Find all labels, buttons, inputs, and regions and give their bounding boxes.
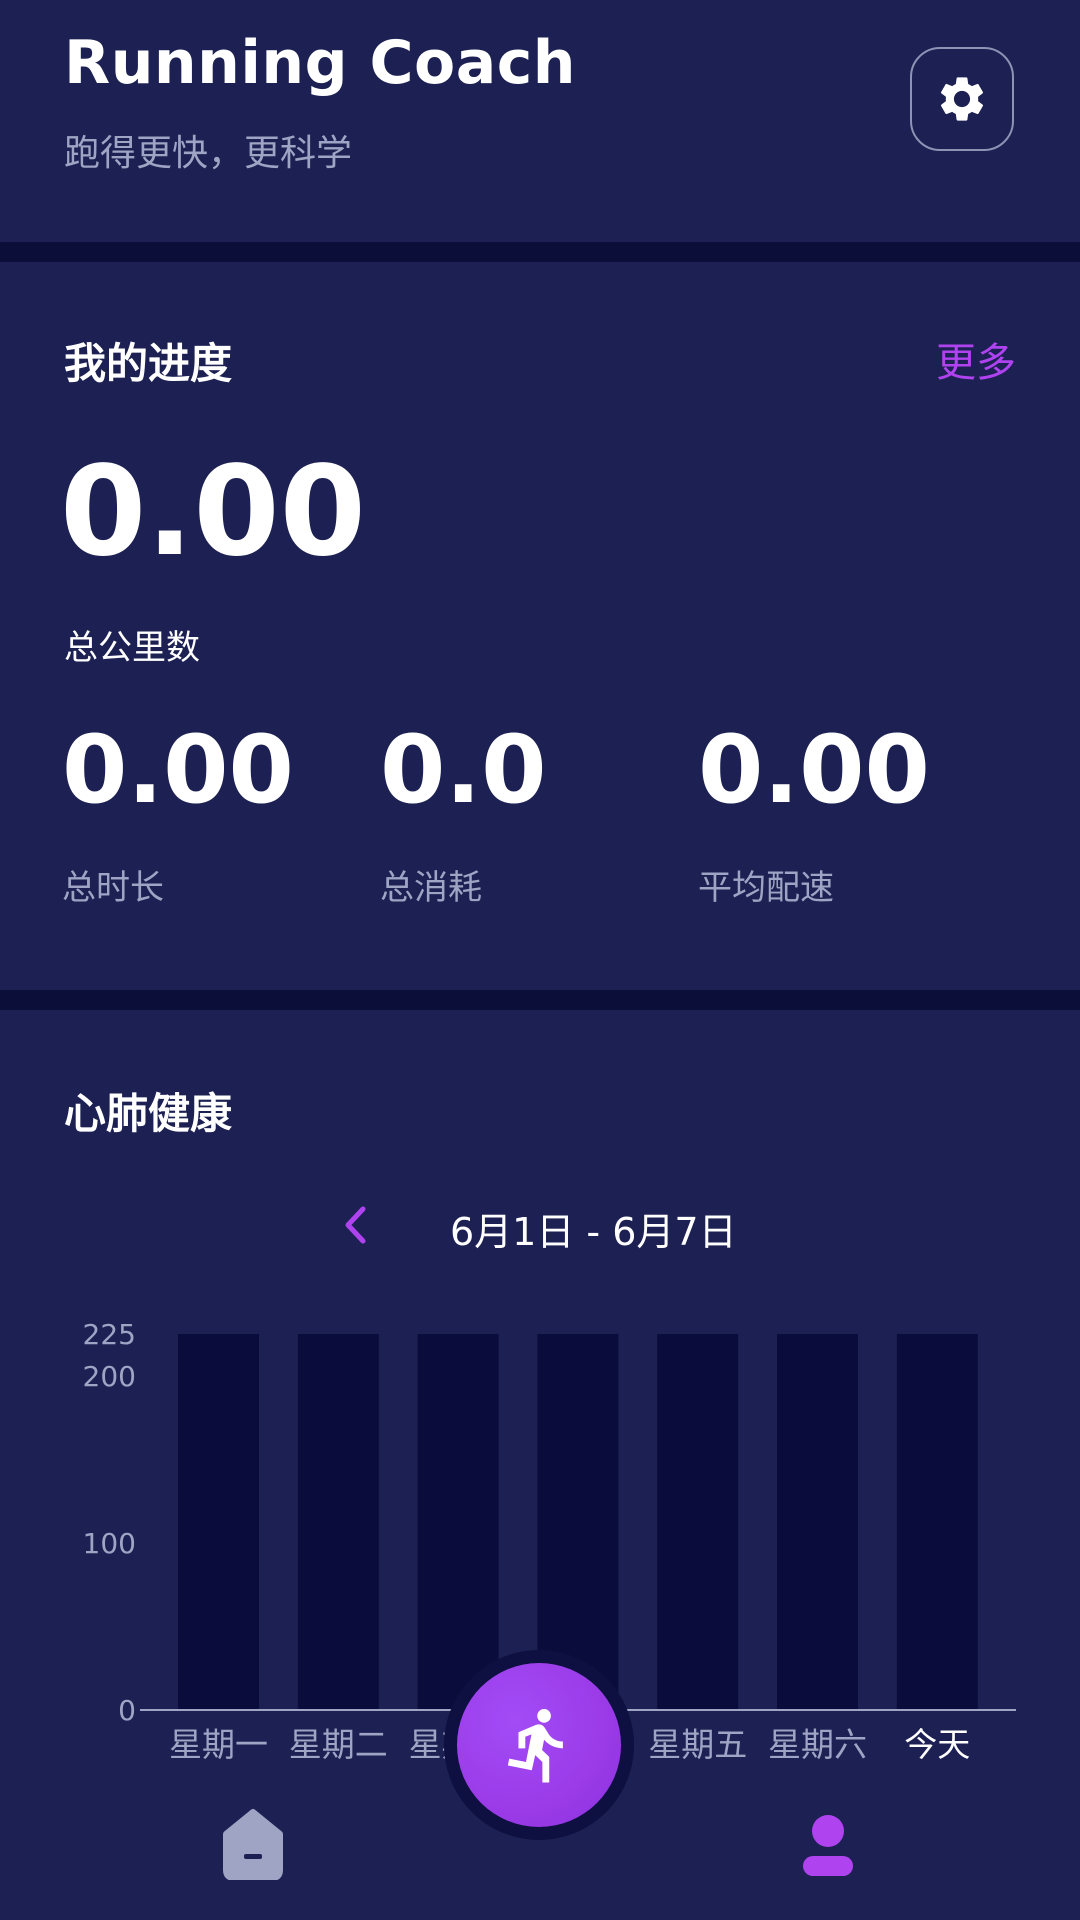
section-divider	[0, 990, 1080, 1010]
progress-title: 我的进度	[64, 339, 233, 388]
app-subtitle: 跑得更快，更科学	[64, 133, 353, 174]
stat-label: 总消耗	[380, 868, 482, 908]
stat-value: 0.00	[698, 716, 930, 825]
start-run-button-ring	[444, 1650, 634, 1840]
chart-bar	[896, 1334, 978, 1710]
x-tick-label: 今天	[904, 1725, 970, 1764]
cardio-title: 心肺健康	[64, 1089, 233, 1138]
chart-bar	[657, 1334, 739, 1710]
x-tick-label: 星期六	[768, 1725, 867, 1764]
chart-bar	[777, 1334, 858, 1710]
nav-profile[interactable]	[800, 1812, 856, 1878]
x-tick-label: 星期五	[648, 1725, 747, 1764]
chevron-left-icon	[345, 1206, 366, 1244]
stat-calories: 0.0 总消耗	[380, 724, 547, 909]
app-title: Running Coach	[64, 28, 576, 98]
stat-pace: 0.00 平均配速	[698, 724, 930, 909]
chart-bar	[297, 1334, 379, 1710]
x-tick-label: 星期一	[169, 1725, 268, 1764]
app-header: Running Coach 跑得更快，更科学	[0, 0, 1080, 242]
y-tick-label: 225	[83, 1318, 136, 1351]
gear-icon	[940, 77, 984, 121]
stat-value: 0.0	[380, 716, 547, 825]
date-navigator: 6月1日 - 6月7日	[0, 1195, 1080, 1255]
more-link[interactable]: 更多	[936, 330, 1016, 388]
profile-icon	[803, 1815, 853, 1876]
section-divider	[0, 242, 1080, 262]
x-tick-label: 星期二	[289, 1725, 388, 1764]
y-tick-label: 0	[118, 1694, 136, 1727]
total-km-value: 0.00	[60, 440, 366, 584]
progress-section: 我的进度 更多 0.00 总公里数 0.00 总时长 0.0 总消耗 0.00 …	[0, 262, 1080, 990]
y-tick-label: 100	[83, 1527, 136, 1560]
stat-label: 总时长	[62, 868, 164, 908]
stat-duration: 0.00 总时长	[62, 724, 294, 909]
running-person-icon	[507, 1709, 563, 1783]
total-km-label: 总公里数	[64, 628, 200, 668]
stat-value: 0.00	[62, 716, 294, 825]
date-range: 6月1日 - 6月7日	[450, 1210, 737, 1254]
nav-home[interactable]	[218, 1808, 288, 1881]
y-tick-label: 200	[83, 1360, 136, 1393]
chart-bar	[417, 1334, 499, 1710]
prev-week-button[interactable]	[335, 1203, 375, 1247]
start-run-button[interactable]	[457, 1663, 621, 1827]
chart-bar	[178, 1334, 259, 1710]
stat-label: 平均配速	[698, 868, 834, 908]
settings-button[interactable]	[910, 47, 1014, 151]
home-icon	[223, 1809, 283, 1881]
